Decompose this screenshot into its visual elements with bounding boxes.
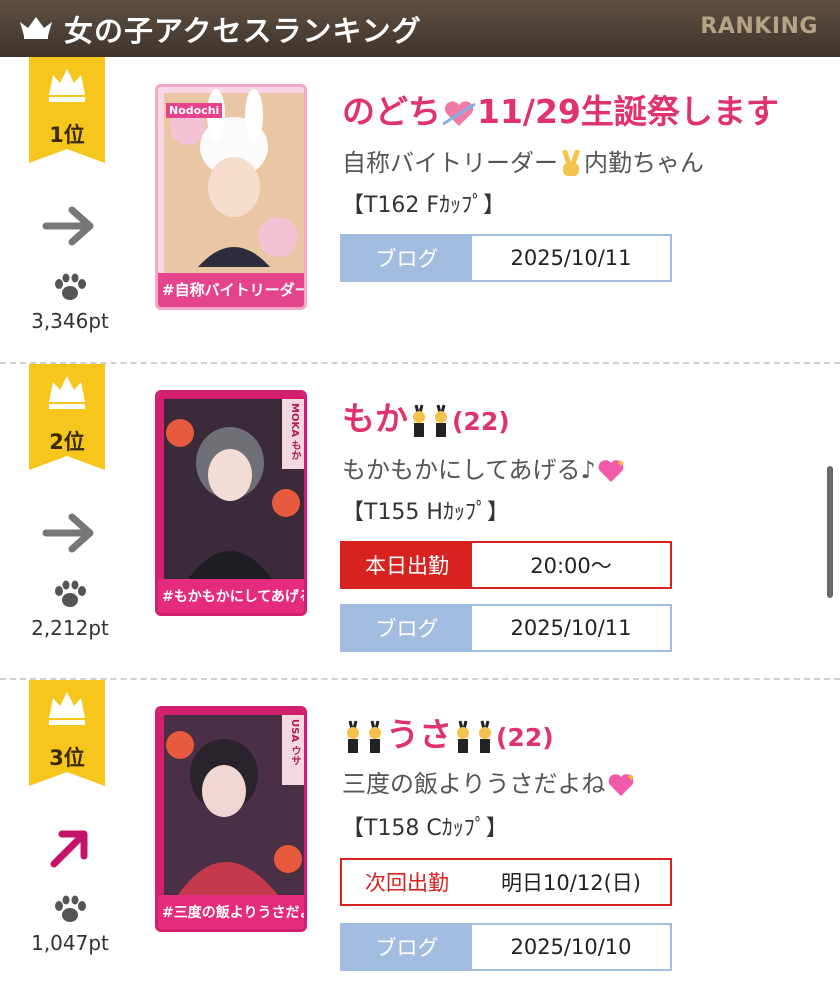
heart-arrow-icon	[442, 100, 476, 126]
bunny-dancers-icon	[347, 720, 381, 753]
today-work-button[interactable]: 本日出勤 20:00〜	[340, 541, 672, 589]
arrow-right-icon	[42, 513, 94, 553]
points-value: 2,212pt	[31, 616, 109, 640]
next-work-button[interactable]: 次回出勤 明日10/12(日)	[340, 858, 672, 906]
blog-label: ブログ	[342, 236, 472, 280]
rank-label: 1位	[49, 123, 85, 147]
blog-label: ブログ	[342, 925, 472, 969]
body-stats: 【T162 Fｶｯﾌﾟ】	[342, 193, 506, 218]
next-work-label: 次回出勤	[342, 860, 472, 904]
body-stats: 【T158 Cｶｯﾌﾟ】	[342, 816, 508, 841]
rank-badge: 1位	[29, 57, 105, 163]
victory-hand-icon	[562, 150, 580, 176]
profile-photo[interactable]: #自称バイトリーダー Nodochi	[155, 84, 307, 310]
points-value: 1,047pt	[31, 931, 109, 955]
arrow-up-right-icon	[50, 830, 88, 868]
profile-photo[interactable]: #三度の飯よりうさだよね USA ウサ	[155, 706, 307, 932]
sparkling-heart-icon	[608, 773, 635, 796]
body-stats: 【T155 Hｶｯﾌﾟ】	[342, 500, 509, 525]
blog-label: ブログ	[342, 606, 472, 650]
ranking-link[interactable]: RANKING	[700, 14, 818, 39]
blog-button[interactable]: ブログ 2025/10/10	[340, 923, 672, 971]
girl-name[interactable]: うさ (22)	[342, 708, 554, 756]
photo-caption: #もかもかにしてあげる♪	[162, 589, 307, 605]
sparkling-heart-icon	[598, 459, 625, 482]
divider	[0, 362, 840, 364]
today-work-label: 本日出勤	[342, 543, 472, 587]
tagline: もかもかにしてあげる♪	[342, 450, 626, 485]
paw-icon	[55, 273, 86, 300]
arrow-right-icon	[42, 206, 94, 246]
blog-button[interactable]: ブログ 2025/10/11	[340, 604, 672, 652]
profile-photo[interactable]: #もかもかにしてあげる♪ MOKA もか	[155, 390, 307, 616]
today-work-time: 20:00〜	[530, 554, 612, 578]
blog-button[interactable]: ブログ 2025/10/11	[340, 234, 672, 282]
tagline: 三度の飯よりうさだよね	[342, 764, 636, 799]
divider	[0, 678, 840, 680]
header-bar: 女の子アクセスランキング RANKING	[0, 0, 840, 57]
girl-name[interactable]: もか (22)	[342, 392, 510, 440]
bunny-dancers-icon	[457, 720, 491, 753]
page-title: 女の子アクセスランキング	[64, 14, 422, 48]
blog-date: 2025/10/11	[510, 246, 632, 270]
photo-name: MOKA もか	[289, 403, 300, 461]
tagline: 自称バイトリーダー 内勤ちゃん	[342, 149, 704, 177]
scrollbar[interactable]	[827, 466, 833, 598]
crown-icon	[20, 17, 52, 39]
blog-date: 2025/10/10	[510, 935, 632, 959]
photo-name: Nodochi	[166, 103, 223, 118]
rank-label: 2位	[49, 430, 85, 454]
photo-caption: #三度の飯よりうさだよね	[162, 905, 304, 921]
next-work-date: 明日10/12(日)	[501, 871, 641, 895]
rank-badge: 3位	[29, 680, 105, 786]
paw-icon	[55, 580, 86, 607]
rank-label: 3位	[49, 746, 85, 770]
blog-date: 2025/10/11	[510, 616, 632, 640]
bunny-dancers-icon	[413, 404, 447, 437]
paw-icon	[55, 895, 86, 922]
photo-name: USA ウサ	[289, 719, 300, 766]
rank-badge: 2位	[29, 364, 105, 470]
girl-name[interactable]: のどち 11/29生誕祭します	[342, 85, 779, 133]
points-value: 3,346pt	[31, 309, 109, 333]
photo-caption: #自称バイトリーダー	[162, 281, 307, 299]
